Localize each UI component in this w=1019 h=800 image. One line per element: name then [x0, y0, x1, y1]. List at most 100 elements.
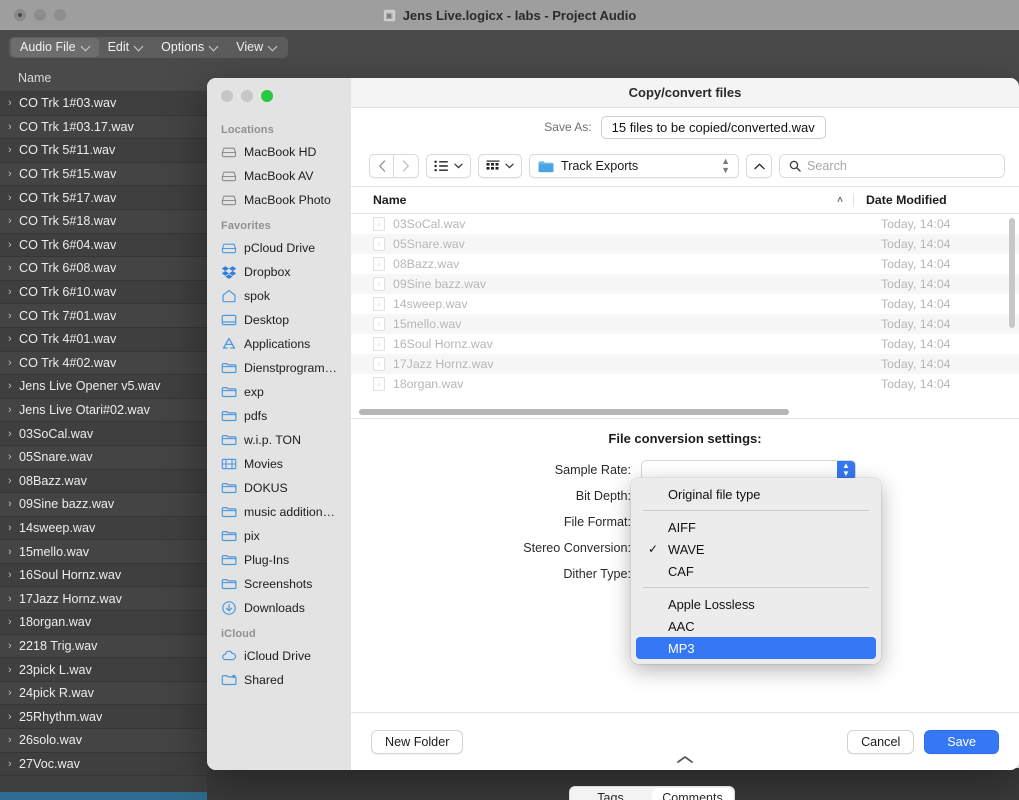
- disclosure-triangle-icon[interactable]: ›: [8, 734, 19, 746]
- file-format-dropdown-menu[interactable]: Original file type AIFFWAVECAF Apple Lossl…: [631, 478, 881, 664]
- dialog-traffic-lights[interactable]: [207, 88, 351, 116]
- sidebar-item-applications[interactable]: Applications: [207, 332, 351, 356]
- sidebar-item-movies[interactable]: Movies: [207, 452, 351, 476]
- column-header-name[interactable]: Name ˄: [373, 193, 853, 207]
- horizontal-scrollbar-track[interactable]: [351, 406, 1019, 418]
- forward-button[interactable]: [394, 154, 419, 178]
- disclosure-triangle-icon[interactable]: ›: [8, 168, 19, 180]
- audio-file-row[interactable]: › CO Trk 1#03.17.wav: [0, 115, 207, 140]
- sidebar-item-pcloud-drive[interactable]: pCloud Drive: [207, 236, 351, 260]
- audio-file-row[interactable]: › 27Voc.wav: [0, 753, 207, 777]
- sidebar-item-dokus[interactable]: DOKUS: [207, 476, 351, 500]
- vertical-scrollbar[interactable]: [1009, 218, 1015, 328]
- sidebar-item-desktop[interactable]: Desktop: [207, 308, 351, 332]
- audio-file-row[interactable]: › 26solo.wav: [0, 729, 207, 753]
- dialog-close-button[interactable]: [221, 90, 233, 102]
- disclosure-triangle-icon[interactable]: ›: [8, 451, 19, 463]
- table-row[interactable]: ♪ 17Jazz Hornz.wav Today, 14:04: [351, 354, 1019, 374]
- browser-column-headers[interactable]: Name ˄ Date Modified: [351, 186, 1019, 214]
- column-header-date[interactable]: Date Modified: [853, 193, 1003, 207]
- audio-file-row[interactable]: › 08Bazz.wav: [0, 470, 207, 494]
- disclosure-triangle-icon[interactable]: ›: [8, 215, 19, 227]
- sidebar-item-screenshots[interactable]: Screenshots: [207, 572, 351, 596]
- menu-item-aac[interactable]: AAC: [636, 615, 876, 637]
- save-as-input[interactable]: 15 files to be copied/converted.wav: [600, 115, 826, 139]
- disclosure-triangle-icon[interactable]: ›: [8, 569, 19, 581]
- sidebar-item-macbook-photo[interactable]: MacBook Photo: [207, 188, 351, 212]
- dialog-maximize-button[interactable]: [261, 90, 273, 102]
- sidebar-item-w-i-p-ton[interactable]: w.i.p. TON: [207, 428, 351, 452]
- sidebar-item-dienstprogram[interactable]: Dienstprogram…: [207, 356, 351, 380]
- disclosure-triangle-icon[interactable]: ›: [8, 121, 19, 133]
- menu-item-caf[interactable]: CAF: [636, 560, 876, 582]
- sidebar-item-shared[interactable]: Shared: [207, 668, 351, 692]
- sidebar-item-downloads[interactable]: Downloads: [207, 596, 351, 620]
- sidebar-item-icloud-drive[interactable]: iCloud Drive: [207, 644, 351, 668]
- disclosure-triangle-icon[interactable]: ›: [8, 546, 19, 558]
- table-row[interactable]: ♪ 03SoCal.wav Today, 14:04: [351, 214, 1019, 234]
- audio-file-row[interactable]: › 24pick R.wav: [0, 681, 207, 706]
- sidebar-item-pdfs[interactable]: pdfs: [207, 404, 351, 428]
- audio-file-row[interactable]: › 14sweep.wav: [0, 517, 207, 541]
- menu-view[interactable]: View: [227, 38, 286, 57]
- menu-item-mp3[interactable]: MP3: [636, 637, 876, 659]
- disclosure-triangle-icon[interactable]: ›: [8, 475, 19, 487]
- sidebar-item-macbook-hd[interactable]: MacBook HD: [207, 140, 351, 164]
- tags-segment[interactable]: Tags: [570, 787, 651, 800]
- sidebar-item-exp[interactable]: exp: [207, 380, 351, 404]
- audio-file-row[interactable]: › 17Jazz Hornz.wav: [0, 587, 207, 612]
- disclosure-triangle-icon[interactable]: ›: [8, 192, 19, 204]
- disclosure-triangle-icon[interactable]: ›: [8, 357, 19, 369]
- file-browser-list[interactable]: ♪ 03SoCal.wav Today, 14:04 ♪ 05Snare.wav Toda…: [351, 214, 1019, 406]
- audio-file-row[interactable]: › CO Trk 4#02.wav: [0, 351, 207, 376]
- disclosure-triangle-icon[interactable]: ›: [8, 428, 19, 440]
- new-folder-button[interactable]: New Folder: [371, 729, 464, 754]
- view-mode-list-button[interactable]: [426, 154, 471, 178]
- disclosure-triangle-icon[interactable]: ›: [8, 522, 19, 534]
- audio-file-row[interactable]: › Jens Live Otari#02.wav: [0, 398, 207, 423]
- sidebar-item-pix[interactable]: pix: [207, 524, 351, 548]
- comments-segment[interactable]: Comments: [652, 788, 733, 800]
- disclosure-triangle-icon[interactable]: ›: [8, 640, 19, 652]
- audio-file-row[interactable]: › 16Soul Hornz.wav: [0, 564, 207, 588]
- audio-file-row[interactable]: › 05Snare.wav: [0, 445, 207, 470]
- table-row[interactable]: ♪ 15mello.wav Today, 14:04: [351, 314, 1019, 334]
- audio-file-row[interactable]: › CO Trk 7#01.wav: [0, 304, 207, 328]
- table-row[interactable]: ♪ 14sweep.wav Today, 14:04: [351, 294, 1019, 314]
- menu-item-aiff[interactable]: AIFF: [636, 516, 876, 538]
- disclosure-triangle-icon[interactable]: ›: [8, 144, 19, 156]
- search-field[interactable]: Search: [779, 154, 1005, 178]
- collapse-chevron-icon[interactable]: [676, 755, 694, 764]
- audio-file-list[interactable]: › CO Trk 1#03.wav › CO Trk 1#03.17.wav › CO T…: [0, 92, 207, 792]
- disclosure-triangle-icon[interactable]: ›: [8, 498, 19, 510]
- audio-file-row[interactable]: › Jens Live Opener v5.wav: [0, 375, 207, 399]
- disclosure-triangle-icon[interactable]: ›: [8, 262, 19, 274]
- menu-item-apple-lossless[interactable]: Apple Lossless: [636, 593, 876, 615]
- audio-file-row[interactable]: › CO Trk 5#15.wav: [0, 162, 207, 187]
- disclosure-triangle-icon[interactable]: ›: [8, 286, 19, 298]
- disclosure-triangle-icon[interactable]: ›: [8, 239, 19, 251]
- disclosure-triangle-icon[interactable]: ›: [8, 333, 19, 345]
- audio-file-row[interactable]: › CO Trk 1#03.wav: [0, 92, 207, 116]
- menu-edit[interactable]: Edit: [99, 38, 153, 57]
- horizontal-scrollbar[interactable]: [359, 409, 790, 415]
- table-row[interactable]: ♪ 16Soul Hornz.wav Today, 14:04: [351, 334, 1019, 354]
- audio-file-row[interactable]: › 09Sine bazz.wav: [0, 493, 207, 517]
- audio-file-row[interactable]: › CO Trk 5#11.wav: [0, 139, 207, 163]
- sidebar-item-dropbox[interactable]: Dropbox: [207, 260, 351, 284]
- menu-item-wave[interactable]: WAVE: [636, 538, 876, 560]
- enclosing-folder-button[interactable]: [746, 154, 772, 178]
- cancel-button[interactable]: Cancel: [847, 729, 915, 754]
- audio-file-row[interactable]: › 18organ.wav: [0, 611, 207, 635]
- disclosure-triangle-icon[interactable]: ›: [8, 687, 19, 699]
- disclosure-triangle-icon[interactable]: ›: [8, 616, 19, 628]
- audio-file-row[interactable]: › CO Trk 5#18.wav: [0, 209, 207, 234]
- table-row[interactable]: ♪ 09Sine bazz.wav Today, 14:04: [351, 274, 1019, 294]
- table-row[interactable]: ♪ 05Snare.wav Today, 14:04: [351, 234, 1019, 254]
- save-button[interactable]: Save: [924, 729, 999, 754]
- menu-options[interactable]: Options: [152, 38, 227, 57]
- disclosure-triangle-icon[interactable]: ›: [8, 711, 19, 723]
- dialog-sidebar[interactable]: Locations MacBook HD MacBook AV MacBook Pho…: [207, 78, 351, 770]
- audio-file-row[interactable]: › 15mello.wav: [0, 540, 207, 564]
- disclosure-triangle-icon[interactable]: ›: [8, 404, 19, 416]
